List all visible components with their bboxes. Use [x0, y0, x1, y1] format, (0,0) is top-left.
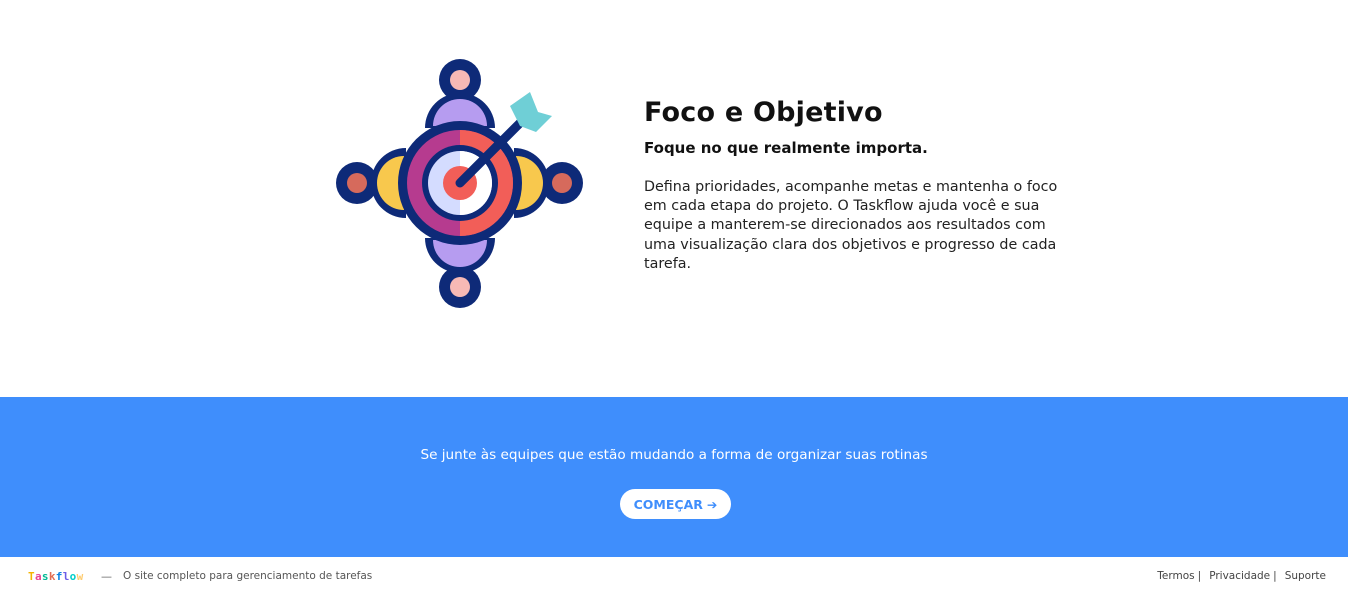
- target-arrow-icon: [330, 56, 590, 312]
- logo-letter: T: [28, 570, 35, 583]
- logo-letter: k: [48, 570, 56, 583]
- logo-letter: l: [62, 570, 70, 583]
- footer-separator: |: [1273, 570, 1277, 582]
- support-link[interactable]: Suporte: [1285, 570, 1326, 582]
- feature-description: Defina prioridades, acompanhe metas e ma…: [644, 179, 1058, 272]
- terms-link[interactable]: Termos: [1157, 570, 1194, 582]
- logo-letter: o: [69, 570, 77, 583]
- logo-letter: s: [41, 570, 49, 583]
- feature-text-block: Foco e Objetivo Foque no que realmente i…: [644, 96, 1064, 274]
- feature-subtitle: Foque no que realmente importa.: [644, 139, 928, 157]
- logo-letter: w: [76, 570, 84, 583]
- footer-tagline: O site completo para gerenciamento de ta…: [123, 570, 373, 582]
- privacy-link[interactable]: Privacidade: [1209, 570, 1270, 582]
- feature-title: Foco e Objetivo: [644, 97, 883, 128]
- footer-dash: —: [101, 570, 112, 583]
- footer: Taskflow — O site completo para gerencia…: [0, 557, 1348, 596]
- start-button[interactable]: COMEÇAR ➔: [620, 489, 731, 519]
- feature-section: Foco e Objetivo Foque no que realmente i…: [0, 0, 1348, 397]
- logo-letter: f: [55, 570, 63, 583]
- taskflow-logo[interactable]: Taskflow: [28, 570, 84, 583]
- footer-links: Termos | Privacidade | Suporte: [1157, 570, 1326, 582]
- footer-separator: |: [1197, 570, 1202, 582]
- start-button-label: COMEÇAR: [633, 496, 703, 512]
- cta-text: Se junte às equipes que estão mudando a …: [420, 447, 928, 463]
- cta-banner: Se junte às equipes que estão mudando a …: [0, 397, 1348, 557]
- logo-letter: a: [34, 570, 42, 583]
- arrow-right-icon: ➔: [706, 496, 718, 512]
